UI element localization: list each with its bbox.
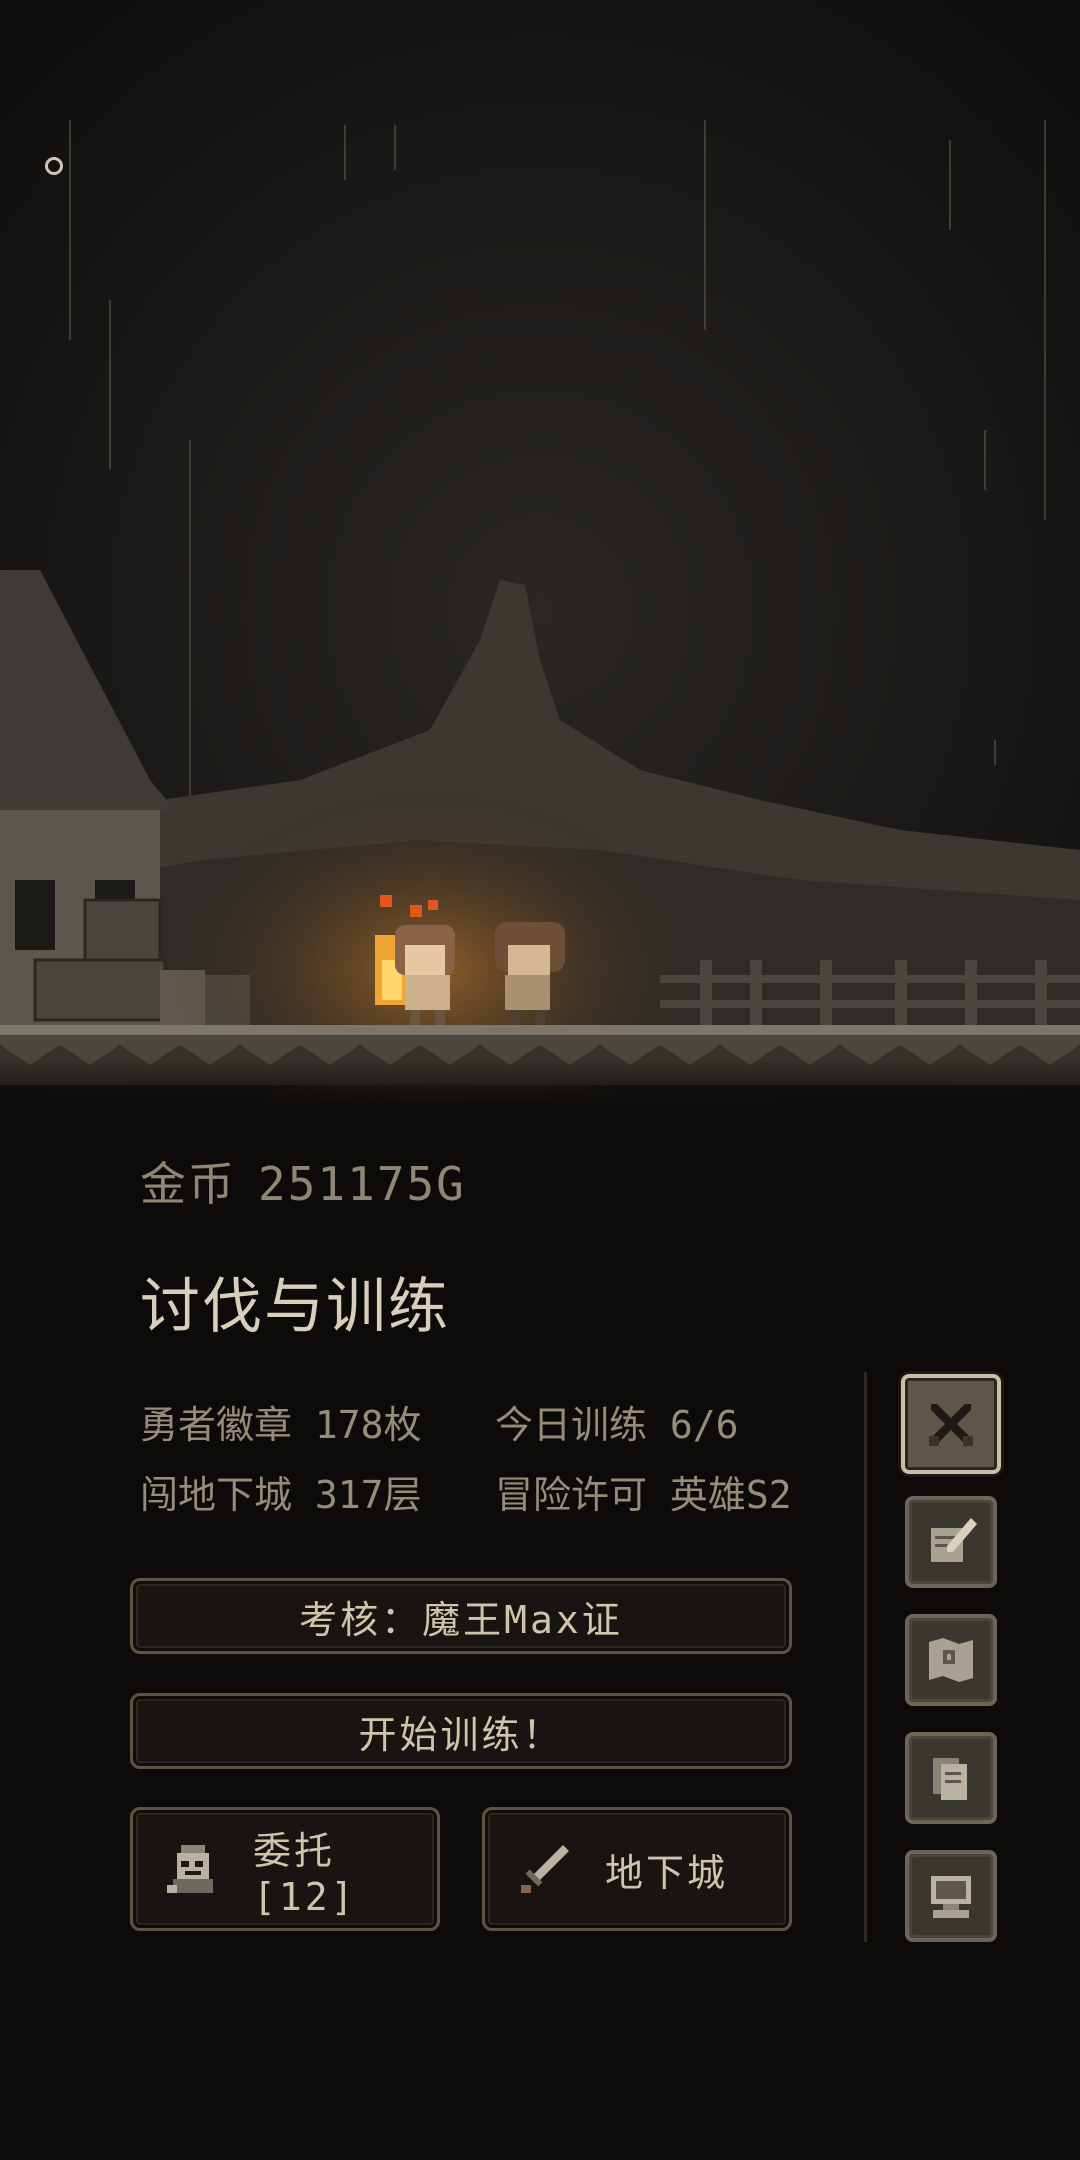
map-icon xyxy=(929,1638,973,1682)
gold-label: 金币 xyxy=(140,1157,236,1211)
side-tab-quests[interactable] xyxy=(905,1496,997,1588)
commission-label: 委托[12] xyxy=(253,1828,357,1919)
stats-block: 勇者徽章 178枚 今日训练 6/6 闯地下城 317层 冒险许可 英雄S2 xyxy=(140,1390,792,1530)
sync-indicator-icon xyxy=(45,157,63,175)
side-tab-map[interactable] xyxy=(905,1614,997,1706)
start-training-button[interactable]: 开始训练！ xyxy=(130,1693,792,1769)
hero-badges-stat: 勇者徽章 178枚 xyxy=(140,1403,422,1447)
side-tab-system[interactable] xyxy=(905,1850,997,1942)
sword-icon xyxy=(521,1845,569,1893)
knight-helmet-icon xyxy=(167,1845,213,1893)
dungeon-depth-stat: 闯地下城 317层 xyxy=(140,1473,422,1517)
training-today-stat: 今日训练 6/6 xyxy=(495,1403,739,1447)
side-tab-documents[interactable] xyxy=(905,1732,997,1824)
exam-button-label: 考核：魔王Max证 xyxy=(299,1597,623,1642)
dungeon-label: 地下城 xyxy=(605,1850,729,1895)
panel-title: 讨伐与训练 xyxy=(140,1272,450,1342)
start-training-label: 开始训练！ xyxy=(358,1712,564,1757)
commission-button[interactable]: 委托[12] xyxy=(130,1807,440,1931)
exam-button[interactable]: 考核：魔王Max证 xyxy=(130,1578,792,1654)
license-stat: 冒险许可 英雄S2 xyxy=(495,1473,792,1517)
panel-divider xyxy=(864,1372,867,1942)
dungeon-button[interactable]: 地下城 xyxy=(482,1807,792,1931)
gold-display: 金币 251175G xyxy=(140,1148,466,1214)
crossed-swords-icon xyxy=(929,1404,973,1446)
scroll-quill-icon xyxy=(931,1518,977,1562)
side-tab-battle[interactable] xyxy=(901,1374,1001,1474)
documents-icon xyxy=(933,1758,967,1800)
game-scene xyxy=(0,0,1080,1110)
computer-icon xyxy=(931,1876,971,1918)
gold-value: 251175G xyxy=(258,1157,466,1211)
